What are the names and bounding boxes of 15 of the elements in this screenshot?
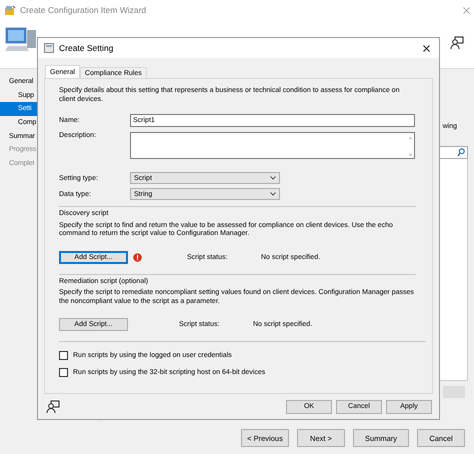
- checkbox[interactable]: [59, 351, 68, 360]
- window-icon: [44, 43, 54, 53]
- description-field[interactable]: [130, 132, 415, 159]
- computer-icon: [5, 26, 37, 52]
- close-icon[interactable]: [423, 44, 430, 52]
- caret-icon: [270, 176, 276, 180]
- wizard-icon: [4, 4, 16, 16]
- person-icon[interactable]: [46, 400, 60, 414]
- caret-icon: [270, 192, 276, 196]
- search-icon: [457, 148, 465, 157]
- dialog-title: Create Setting: [59, 43, 114, 53]
- search-field[interactable]: [437, 146, 468, 159]
- checkbox[interactable]: [59, 368, 68, 377]
- window-title: Create Configuration Item Wizard: [20, 5, 148, 15]
- person-icon[interactable]: [450, 36, 464, 50]
